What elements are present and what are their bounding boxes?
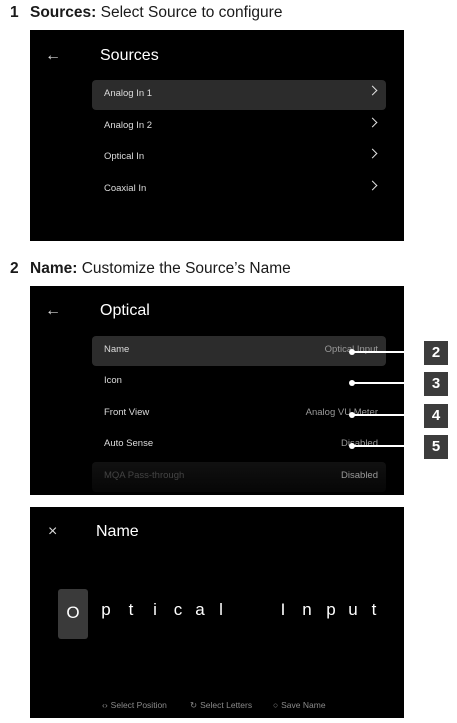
setting-item-icon[interactable]: Icon: [92, 367, 386, 397]
source-item-label: Analog In 2: [104, 120, 153, 131]
step-title: Name:: [30, 260, 78, 277]
step-2-heading: 2 Name: Customize the Source’s Name: [10, 260, 291, 278]
source-item-label: Optical In: [104, 151, 145, 162]
page-title: Sources: [100, 47, 159, 64]
letter[interactable]: u: [346, 600, 360, 620]
back-arrow-icon[interactable]: ←: [45, 302, 61, 320]
arrows-left-right-icon: ‹›: [102, 700, 108, 710]
setting-item-auto-sense[interactable]: Auto Sense Disabled: [92, 430, 386, 460]
setting-value: Disabled: [341, 470, 378, 481]
step-title: Sources:: [30, 4, 97, 21]
hint-select-letters: ↻ Select Letters: [190, 700, 252, 711]
letter[interactable]: n: [300, 600, 314, 620]
hint-save-name: ○ Save Name: [273, 700, 326, 710]
setting-item-front-view[interactable]: Front View Analog VU Meter: [92, 399, 386, 429]
setting-label: Name: [104, 344, 130, 355]
callout-line: [349, 380, 418, 386]
hint-label: Select Position: [110, 700, 167, 710]
hint-label: Select Letters: [200, 700, 253, 710]
letter[interactable]: i: [148, 600, 162, 620]
source-item-analog-in-1[interactable]: Analog In 1: [92, 80, 386, 110]
callout-line: [349, 412, 418, 418]
step-number: 1: [10, 4, 19, 21]
source-item-label: Analog In 1: [104, 88, 153, 99]
letter[interactable]: l: [214, 600, 228, 620]
source-item-analog-in-2[interactable]: Analog In 2: [92, 112, 386, 142]
source-item-label: Coaxial In: [104, 183, 147, 194]
setting-label: Front View: [104, 407, 150, 418]
sources-panel: ← Sources Analog In 1 Analog In 2 Optica…: [30, 30, 404, 241]
step-text: Customize the Source’s Name: [77, 260, 291, 277]
step-1-heading: 1 Sources: Select Source to configure: [10, 4, 282, 22]
letter[interactable]: t: [367, 600, 381, 620]
callout-badge-3: 3: [424, 372, 448, 396]
callout-badge-4: 4: [424, 404, 448, 428]
close-icon[interactable]: ×: [48, 523, 57, 541]
letter[interactable]: t: [124, 600, 138, 620]
letter[interactable]: I: [276, 600, 290, 620]
letter-cursor[interactable]: O: [58, 589, 88, 639]
hint-label: Save Name: [281, 700, 326, 710]
step-number: 2: [10, 260, 19, 277]
setting-item-mqa-pass-through[interactable]: MQA Pass-through Disabled: [92, 462, 386, 492]
callout-line: [349, 349, 418, 355]
optical-panel: ← Optical Name Optical Input Icon Front …: [30, 286, 404, 495]
step-text: Select Source to configure: [96, 4, 283, 21]
setting-label: MQA Pass-through: [104, 470, 185, 481]
callout-badge-5: 5: [424, 435, 448, 459]
name-letter-editor[interactable]: O p t i c a l I n p u t: [30, 589, 404, 639]
letter[interactable]: p: [99, 600, 113, 620]
name-editor-panel: × Name O p t i c a l I n p u t ‹› Select …: [30, 507, 404, 718]
letter[interactable]: p: [324, 600, 338, 620]
chevron-right-icon: [367, 148, 378, 159]
chevron-right-icon: [367, 180, 378, 191]
source-item-coaxial-in[interactable]: Coaxial In: [92, 175, 386, 205]
source-item-optical-in[interactable]: Optical In: [92, 143, 386, 173]
setting-value: Analog VU Meter: [305, 407, 378, 418]
setting-label: Icon: [104, 375, 122, 386]
rotate-icon: ↻: [190, 700, 198, 710]
setting-item-name[interactable]: Name Optical Input: [92, 336, 386, 366]
callout-badge-2: 2: [424, 341, 448, 365]
hint-select-position: ‹› Select Position: [102, 700, 167, 710]
page-title: Optical: [100, 302, 150, 319]
back-arrow-icon[interactable]: ←: [45, 47, 61, 65]
letter[interactable]: c: [171, 600, 185, 620]
circle-icon: ○: [273, 700, 279, 710]
setting-label: Auto Sense: [104, 438, 154, 449]
callout-line: [349, 443, 418, 449]
setting-value: Disabled: [341, 438, 378, 449]
letter[interactable]: a: [193, 600, 207, 620]
chevron-right-icon: [367, 85, 378, 96]
chevron-right-icon: [367, 117, 378, 128]
page-title: Name: [96, 523, 139, 540]
